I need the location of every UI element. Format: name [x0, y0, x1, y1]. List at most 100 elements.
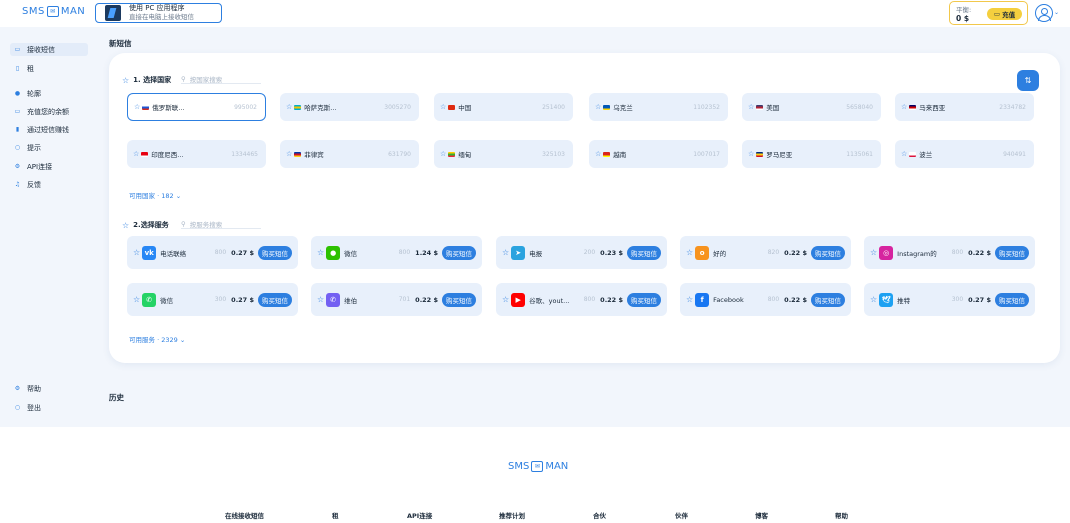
- service-price: 0.27 $: [968, 295, 991, 304]
- footer-link[interactable]: 伙伴: [675, 510, 688, 520]
- footer-link[interactable]: 博客: [755, 510, 768, 520]
- sidebar-item-topup[interactable]: ▭ 充值您的余额: [10, 105, 88, 118]
- buy-sms-button[interactable]: 购买短信: [995, 292, 1029, 307]
- country-card[interactable]: ☆ 越南 1007017: [589, 140, 728, 168]
- star-icon[interactable]: ☆: [870, 295, 877, 304]
- sidebar-item-hints[interactable]: ○ 提示: [10, 141, 88, 154]
- country-card[interactable]: ☆ 罗马尼亚 1135061: [742, 140, 881, 168]
- app-banner-subtitle: 直接在电脑上接收短信: [129, 13, 194, 21]
- star-icon[interactable]: ☆: [686, 295, 693, 304]
- country-card[interactable]: ☆ 缅甸 325103: [434, 140, 573, 168]
- sidebar-item-earn[interactable]: ▮ 通过短信赚钱: [10, 123, 88, 136]
- star-icon[interactable]: ☆: [286, 103, 292, 111]
- star-icon[interactable]: ☆: [502, 248, 509, 257]
- chevron-down-icon[interactable]: ⌄: [1054, 9, 1059, 16]
- star-icon[interactable]: ☆: [133, 248, 140, 257]
- footer-logo[interactable]: SMS ✉ MAN: [508, 461, 568, 472]
- service-name: Facebook: [713, 295, 744, 304]
- sidebar-item-help[interactable]: ⚙ 帮助: [10, 382, 88, 395]
- sidebar-item-logout[interactable]: ○ 登出: [10, 401, 88, 414]
- service-card[interactable]: ☆ f Facebook 800 0.22 $ 购买短信: [680, 283, 851, 316]
- star-icon[interactable]: ☆: [595, 150, 601, 158]
- service-search-input[interactable]: ⚲ 按服务搜索: [181, 219, 261, 229]
- buy-sms-button[interactable]: 购买短信: [811, 245, 845, 260]
- service-count: 800: [214, 249, 227, 256]
- service-card[interactable]: ☆ ✆ 微信 300 0.27 $ 购买短信: [127, 283, 298, 316]
- star-icon: ☆: [122, 220, 130, 230]
- sidebar-item-feedback[interactable]: ♫ 反馈: [10, 178, 88, 191]
- service-card[interactable]: ☆ 🕊 推特 300 0.27 $ 购买短信: [864, 283, 1035, 316]
- star-icon[interactable]: ☆: [133, 295, 140, 304]
- country-card[interactable]: ☆ 中国 251400: [434, 93, 573, 121]
- country-card[interactable]: ☆ 美国 5658040: [742, 93, 881, 121]
- buy-sms-button[interactable]: 购买短信: [627, 245, 661, 260]
- sidebar-item-receive-sms[interactable]: ▭ 接收短信: [10, 43, 88, 56]
- sidebar-item-api[interactable]: ⚙ API连接: [10, 160, 88, 173]
- buy-sms-button[interactable]: 购买短信: [258, 292, 292, 307]
- topup-button[interactable]: ▭ 充值: [987, 8, 1022, 20]
- country-count: 631790: [388, 150, 411, 158]
- service-card[interactable]: ☆ ● 微信 800 1.24 $ 购买短信: [311, 236, 482, 269]
- service-card[interactable]: ☆ ▶ 谷歌、yout... 800 0.22 $ 购买短信: [496, 283, 667, 316]
- buy-sms-button[interactable]: 购买短信: [995, 245, 1029, 260]
- sort-button[interactable]: ⇅: [1017, 70, 1039, 91]
- country-search-input[interactable]: ⚲ 按国家搜索: [181, 74, 261, 84]
- star-icon[interactable]: ☆: [748, 150, 754, 158]
- star-icon[interactable]: ☆: [134, 103, 140, 111]
- country-card[interactable]: ☆ 俄罗斯联... 995002: [127, 93, 266, 121]
- buy-sms-button[interactable]: 购买短信: [442, 245, 476, 260]
- footer-link[interactable]: 合伙: [593, 510, 606, 520]
- footer-link[interactable]: 租: [332, 510, 339, 520]
- sidebar-item-label: 充值您的余额: [27, 107, 69, 116]
- star-icon[interactable]: ☆: [870, 248, 877, 257]
- country-card[interactable]: ☆ 哈萨克斯... 3005270: [280, 93, 419, 121]
- service-card[interactable]: ☆ ◎ Instagram的 800 0.22 $ 购买短信: [864, 236, 1035, 269]
- star-icon[interactable]: ☆: [502, 295, 509, 304]
- buy-sms-button[interactable]: 购买短信: [627, 292, 661, 307]
- footer-link[interactable]: API连接: [407, 510, 432, 520]
- star-icon[interactable]: ☆: [440, 103, 446, 111]
- avatar[interactable]: [1035, 4, 1053, 22]
- phone-icon: ▯: [15, 65, 20, 72]
- pc-app-banner[interactable]: 使用 PC 应用程序 直接在电脑上接收短信: [95, 3, 222, 23]
- sidebar-item-label: 租: [27, 64, 34, 73]
- more-services-link[interactable]: 可用服务 · 2329 ⌄: [129, 334, 185, 344]
- service-count: 800: [767, 296, 780, 303]
- country-card[interactable]: ☆ 乌克兰 1102352: [589, 93, 728, 121]
- service-card[interactable]: ☆ o 好的 820 0.22 $ 购买短信: [680, 236, 851, 269]
- country-card[interactable]: ☆ 印度尼西... 1334465: [127, 140, 266, 168]
- buy-sms-button[interactable]: 购买短信: [258, 245, 292, 260]
- country-card[interactable]: ☆ 菲律宾 631790: [280, 140, 419, 168]
- star-icon[interactable]: ☆: [286, 150, 292, 158]
- star-icon[interactable]: ☆: [595, 103, 601, 111]
- buy-sms-button[interactable]: 购买短信: [811, 292, 845, 307]
- chevron-down-icon: ⌄: [175, 192, 182, 200]
- service-card[interactable]: ☆ ✆ 维伯 701 0.22 $ 购买短信: [311, 283, 482, 316]
- more-countries-label: 可用国家 · 182: [129, 192, 174, 200]
- country-name: 哈萨克斯...: [304, 104, 337, 112]
- sidebar-item-rent[interactable]: ▯ 租: [10, 62, 88, 75]
- flag-icon: [756, 151, 764, 157]
- star-icon[interactable]: ☆: [901, 103, 907, 111]
- footer-link[interactable]: 帮助: [835, 510, 848, 520]
- buy-sms-button[interactable]: 购买短信: [442, 292, 476, 307]
- sidebar-item-label: API连接: [27, 162, 53, 171]
- more-countries-link[interactable]: 可用国家 · 182 ⌄: [129, 190, 181, 200]
- star-icon[interactable]: ☆: [901, 150, 907, 158]
- sidebar: ▭ 接收短信 ▯ 租 ● 轮廓 ▭ 充值您的余额 ▮ 通过短信赚钱 ○ 提示 ⚙…: [0, 27, 95, 427]
- star-icon[interactable]: ☆: [317, 248, 324, 257]
- footer-link[interactable]: 推荐计划: [499, 510, 525, 520]
- star-icon[interactable]: ☆: [133, 150, 139, 158]
- flag-icon: [142, 104, 150, 110]
- country-card[interactable]: ☆ 马来西亚 2334782: [895, 93, 1034, 121]
- sidebar-item-profile[interactable]: ● 轮廓: [10, 87, 88, 100]
- country-card[interactable]: ☆ 波兰 940491: [895, 140, 1034, 168]
- service-card[interactable]: ☆ ➤ 电报 200 0.23 $ 购买短信: [496, 236, 667, 269]
- star-icon[interactable]: ☆: [317, 295, 324, 304]
- star-icon[interactable]: ☆: [686, 248, 693, 257]
- service-card[interactable]: ☆ vk 电话联络 800 0.27 $ 购买短信: [127, 236, 298, 269]
- star-icon[interactable]: ☆: [748, 103, 754, 111]
- footer-link[interactable]: 在线接收短信: [225, 510, 264, 520]
- star-icon[interactable]: ☆: [440, 150, 446, 158]
- logo[interactable]: SMS ✉ MAN: [22, 6, 85, 17]
